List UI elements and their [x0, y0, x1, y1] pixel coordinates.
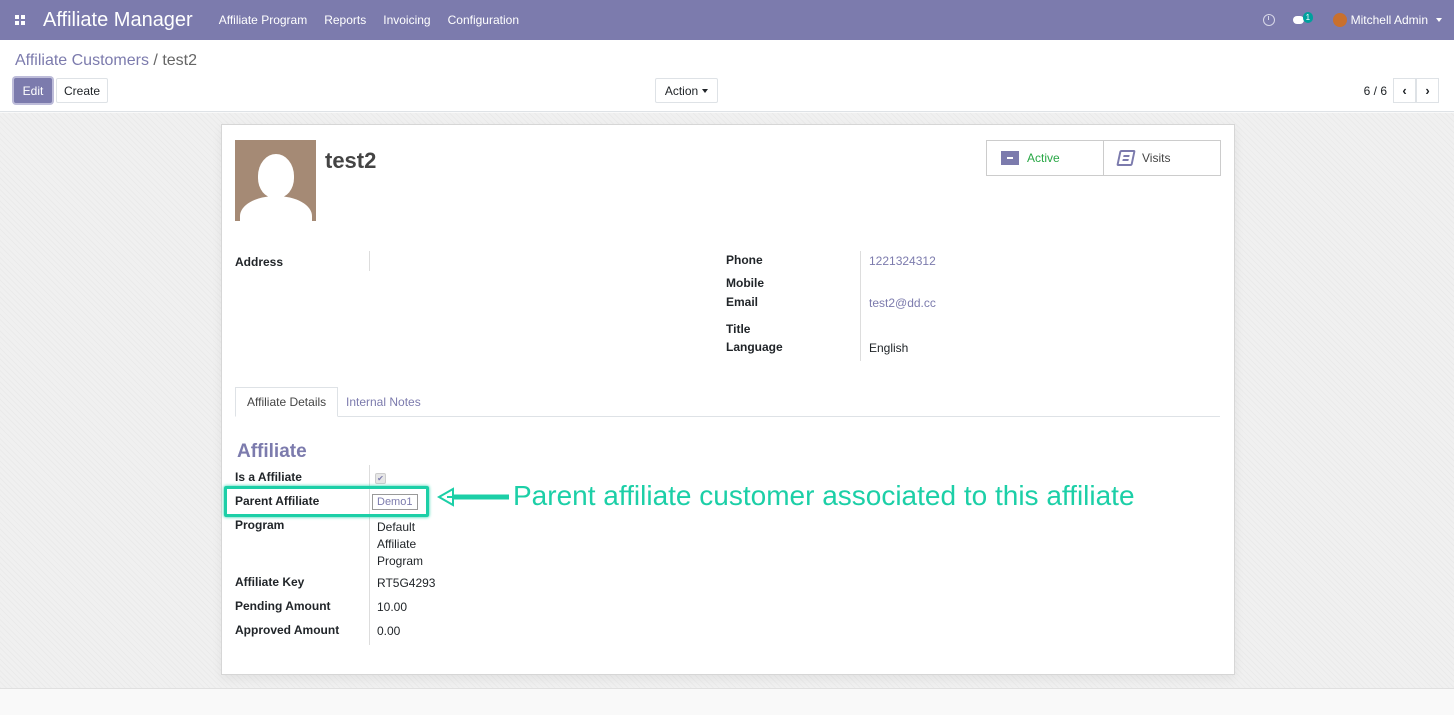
control-panel: Affiliate Customers / test2 Edit Create …	[0, 40, 1454, 112]
annotation-arrow-icon	[437, 487, 509, 507]
pending-amount-value: 10.00	[377, 600, 408, 614]
breadcrumb: Affiliate Customers / test2	[15, 52, 197, 70]
chevron-down-icon	[702, 88, 709, 93]
chat-icon[interactable]: 1	[1292, 12, 1315, 27]
language-value: English	[869, 341, 909, 355]
affiliate-section-title: Affiliate	[237, 441, 307, 462]
pending-amount-label: Pending Amount	[235, 599, 331, 613]
phone-label: Phone	[726, 253, 763, 267]
pager-value[interactable]: 6 / 6	[1364, 84, 1387, 98]
menu-configuration[interactable]: Configuration	[448, 13, 519, 27]
user-menu[interactable]: Mitchell Admin	[1332, 13, 1442, 27]
menu-reports[interactable]: Reports	[324, 13, 366, 27]
parent-affiliate-value[interactable]: Demo1	[372, 494, 418, 510]
user-name: Mitchell Admin	[1350, 13, 1428, 27]
program-line-3: Program	[377, 554, 424, 568]
active-toggle-button[interactable]: Active	[986, 140, 1104, 176]
pager-previous-button[interactable]: ‹	[1393, 78, 1416, 103]
address-field[interactable]	[369, 251, 370, 271]
notebook-tabs: Affiliate Details Internal Notes	[235, 387, 1220, 417]
title-label: Title	[726, 322, 751, 336]
affiliate-key-value: RT5G4293	[377, 576, 436, 590]
breadcrumb-parent[interactable]: Affiliate Customers	[15, 52, 149, 69]
form-sheet: test2 Active Visits Address Phone Mobile…	[221, 124, 1235, 675]
edit-button[interactable]: Edit	[14, 78, 52, 103]
activity-clock-icon[interactable]	[1262, 14, 1275, 26]
action-label: Action	[664, 83, 699, 98]
is-affiliate-checkbox[interactable]: ✔	[375, 473, 386, 484]
active-label: Active	[1027, 151, 1060, 165]
chat-count-badge: 1	[1302, 12, 1314, 23]
approved-amount-value: 0.00	[377, 624, 401, 638]
create-button[interactable]: Create	[56, 78, 108, 103]
chevron-down-icon	[1436, 18, 1442, 22]
breadcrumb-current: test2	[162, 52, 198, 69]
phone-value[interactable]: 1221324312	[869, 254, 936, 268]
breadcrumb-separator: /	[148, 52, 163, 69]
record-name: test2	[325, 148, 377, 173]
language-label: Language	[726, 340, 783, 354]
address-label: Address	[235, 255, 284, 269]
action-dropdown-button[interactable]: Action	[655, 78, 718, 103]
menu-affiliate-program[interactable]: Affiliate Program	[219, 13, 307, 27]
user-avatar	[1332, 13, 1347, 27]
visits-button[interactable]: Visits	[1103, 140, 1221, 176]
book-icon	[1116, 150, 1136, 166]
pager: 6 / 6 ‹ ›	[1364, 78, 1439, 103]
tab-affiliate-details[interactable]: Affiliate Details	[235, 387, 339, 417]
menu-invoicing[interactable]: Invoicing	[383, 13, 430, 27]
email-label: Email	[726, 295, 759, 309]
approved-amount-label: Approved Amount	[235, 623, 340, 637]
email-value[interactable]: test2@dd.cc	[869, 296, 936, 310]
annotation-caption: Parent affiliate customer associated to …	[513, 480, 1135, 511]
program-value[interactable]: Default Affiliate Program	[377, 519, 423, 570]
visits-label: Visits	[1142, 151, 1171, 165]
program-line-1: Default	[377, 520, 416, 534]
top-navbar: Affiliate Manager Affiliate Program Repo…	[0, 0, 1454, 40]
profile-avatar[interactable]	[235, 140, 316, 221]
app-title[interactable]: Affiliate Manager	[43, 9, 193, 32]
archive-icon	[1001, 151, 1019, 165]
tab-internal-notes[interactable]: Internal Notes	[335, 387, 432, 417]
affiliate-key-label: Affiliate Key	[235, 575, 305, 589]
pager-next-button[interactable]: ›	[1416, 78, 1439, 103]
is-affiliate-label: Is a Affiliate	[235, 470, 302, 484]
contact-divider	[860, 251, 861, 361]
program-line-2: Affiliate	[377, 537, 417, 551]
program-label: Program	[235, 518, 285, 532]
footer-strip	[0, 688, 1454, 715]
mobile-label: Mobile	[726, 276, 764, 290]
apps-menu-icon[interactable]	[0, 0, 40, 40]
